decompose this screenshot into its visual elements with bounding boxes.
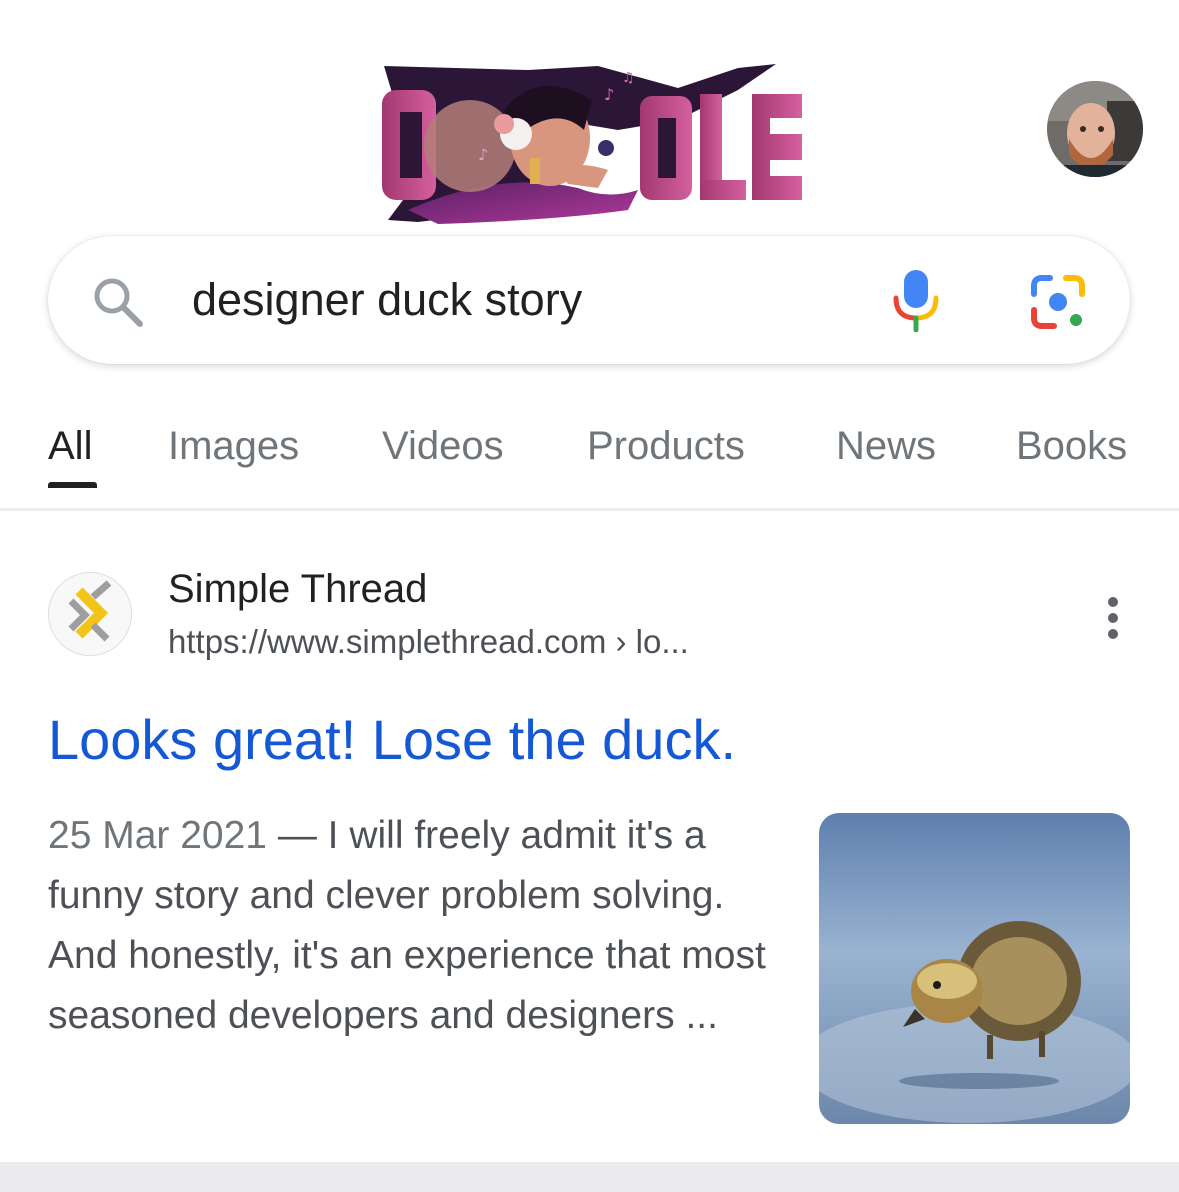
svg-text:♪: ♪ — [478, 145, 488, 164]
site-url[interactable]: https://www.simplethread.com › lo... — [168, 622, 689, 662]
date-separator: — — [266, 814, 328, 857]
more-vert-icon[interactable] — [1094, 596, 1132, 640]
account-avatar[interactable] — [1047, 81, 1143, 177]
result-thumbnail[interactable] — [819, 813, 1130, 1124]
tab-all[interactable]: All — [48, 422, 92, 470]
tab-images[interactable]: Images — [168, 422, 299, 470]
svg-text:♫: ♫ — [622, 70, 635, 86]
tab-books[interactable]: Books — [1016, 422, 1127, 470]
doodle-illustration: ♪ ♫ ♪ — [382, 64, 802, 224]
active-tab-indicator — [48, 482, 97, 488]
duckling-image — [819, 813, 1130, 1124]
tab-news[interactable]: News — [836, 422, 936, 470]
microphone-icon[interactable] — [888, 268, 944, 332]
result-title-link[interactable]: Looks great! Lose the duck. — [48, 706, 736, 774]
search-icon[interactable] — [90, 274, 146, 330]
google-doodle[interactable]: ♪ ♫ ♪ — [378, 60, 808, 224]
tab-videos[interactable]: Videos — [382, 422, 504, 470]
simple-thread-logo-icon — [49, 573, 131, 655]
avatar-photo — [1047, 81, 1143, 177]
result-snippet: 25 Mar 2021 — I will freely admit it's a… — [48, 806, 788, 1046]
google-lens-icon[interactable] — [1028, 272, 1088, 332]
footer-band — [0, 1162, 1179, 1192]
divider — [0, 508, 1179, 511]
site-name[interactable]: Simple Thread — [168, 566, 427, 612]
svg-text:♪: ♪ — [604, 85, 614, 104]
search-box[interactable] — [48, 236, 1130, 364]
result-date: 25 Mar 2021 — [48, 814, 267, 857]
tab-products[interactable]: Products — [587, 422, 745, 470]
site-favicon[interactable] — [48, 572, 132, 656]
search-input[interactable] — [192, 272, 832, 328]
search-tabs: All Images Videos Products News Books — [0, 400, 1179, 510]
